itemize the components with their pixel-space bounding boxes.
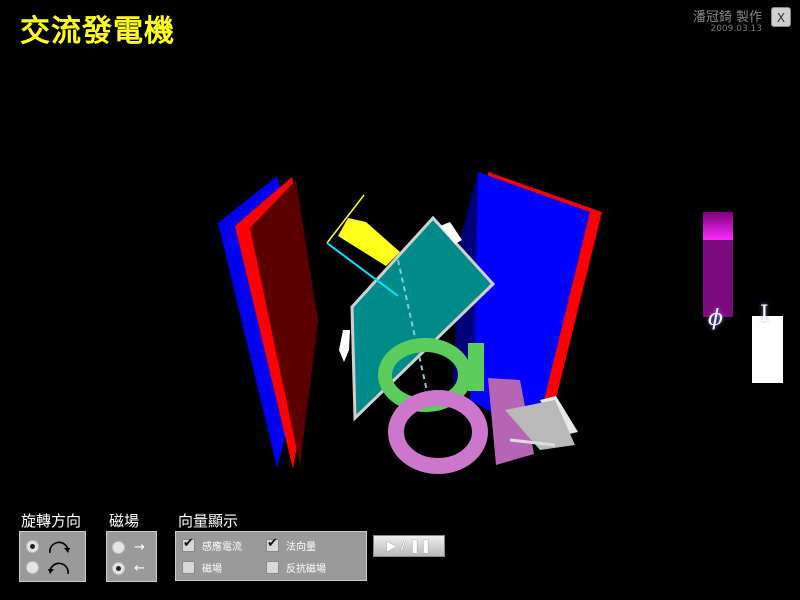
opposing-field-checkbox[interactable] xyxy=(266,561,279,574)
left-arrow-icon: ← xyxy=(134,561,145,576)
play-pause-label: ▶ / ❚❚ xyxy=(386,538,432,554)
magnet-right-radio[interactable] xyxy=(112,541,125,554)
magnet-left-option[interactable]: ← xyxy=(112,561,145,576)
opposing-field-label: 反抗磁場 xyxy=(286,564,326,575)
rotation-ccw-radio[interactable] xyxy=(26,560,39,574)
magnetic-field-vector-label: 磁場 xyxy=(202,564,222,575)
magnet-right-option[interactable]: → xyxy=(112,540,145,555)
flux-meter-top xyxy=(703,212,733,240)
normal-vector-checkbox[interactable] xyxy=(266,536,279,552)
right-magnet xyxy=(452,172,602,437)
rotation-panel xyxy=(19,531,86,582)
rotation-cw-option[interactable] xyxy=(26,538,72,554)
magnetic-field-checkbox[interactable] xyxy=(182,561,195,574)
flux-symbol: ϕ xyxy=(708,306,723,331)
vector-display-label: 向量顯示 xyxy=(178,512,239,530)
counterclockwise-arrow-icon xyxy=(48,562,69,575)
left-magnet xyxy=(218,176,318,469)
magnetic-field-option[interactable]: 磁場 xyxy=(182,560,222,575)
magnetic-field-label: 磁場 xyxy=(109,512,140,530)
magnet-panel: → ← xyxy=(106,531,157,582)
induced-current-label: 感應電流 xyxy=(202,542,242,553)
induced-current-checkbox[interactable] xyxy=(182,536,195,552)
right-arrow-icon: → xyxy=(134,540,145,555)
rotation-cw-radio[interactable] xyxy=(26,539,39,553)
normal-vector-option[interactable]: 法向量 xyxy=(266,536,316,553)
rotation-direction-label: 旋轉方向 xyxy=(21,512,82,530)
induced-current-option[interactable]: 感應電流 xyxy=(182,536,242,553)
flux-meter xyxy=(703,212,733,317)
normal-vector-label: 法向量 xyxy=(286,542,316,553)
play-pause-button[interactable]: ▶ / ❚❚ xyxy=(373,535,445,557)
rotation-ccw-option[interactable] xyxy=(26,559,72,575)
magnet-left-radio[interactable] xyxy=(112,562,125,575)
vector-panel: 感應電流 法向量 磁場 反抗磁場 xyxy=(175,531,367,581)
current-symbol: I xyxy=(760,302,769,327)
opposing-field-option[interactable]: 反抗磁場 xyxy=(266,560,326,575)
clockwise-arrow-icon xyxy=(49,541,70,554)
